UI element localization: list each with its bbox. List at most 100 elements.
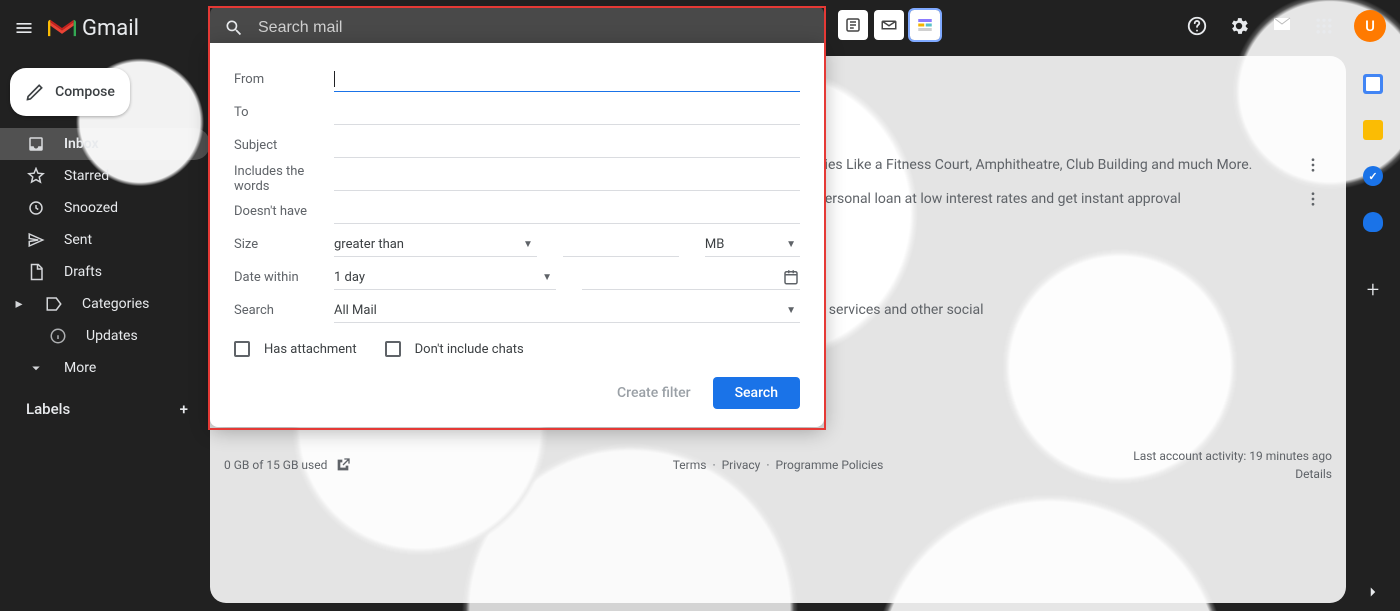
inbox-icon bbox=[26, 135, 46, 153]
checkbox-icon bbox=[385, 341, 401, 357]
size-value-input[interactable] bbox=[563, 233, 679, 257]
size-unit-select[interactable]: MB▼ bbox=[705, 233, 800, 257]
sidebar: Compose Inbox Starred Snoozed Sent Draft… bbox=[0, 56, 210, 418]
side-panel: + bbox=[1346, 56, 1400, 611]
nav-categories[interactable]: ▸ Categories bbox=[0, 288, 210, 320]
checkbox-icon bbox=[234, 341, 250, 357]
gmail-logo[interactable]: Gmail bbox=[48, 16, 139, 41]
info-icon bbox=[48, 327, 68, 345]
nav-snoozed[interactable]: Snoozed bbox=[0, 192, 210, 224]
nav-sent-label: Sent bbox=[64, 232, 92, 248]
footer-right: Last account activity: 19 minutes ago De… bbox=[1133, 447, 1332, 483]
includes-label: Includes the words bbox=[234, 164, 334, 194]
extension-badge-3[interactable] bbox=[910, 10, 940, 40]
nav-updates[interactable]: Updates bbox=[0, 320, 210, 352]
chevron-down-icon bbox=[26, 359, 46, 377]
extension-badge-1[interactable] bbox=[838, 10, 868, 40]
terms-link[interactable]: Terms bbox=[673, 458, 707, 472]
search-button[interactable]: Search bbox=[713, 377, 800, 409]
mail-row-2[interactable]: quick personal loan at low interest rate… bbox=[780, 182, 1322, 216]
date-picker[interactable] bbox=[582, 266, 800, 290]
keep-app-icon[interactable] bbox=[1363, 120, 1383, 140]
nav-drafts[interactable]: Drafts bbox=[0, 256, 210, 288]
calendar-icon bbox=[782, 268, 800, 286]
collapse-panel-icon[interactable] bbox=[1364, 583, 1382, 601]
more-icon[interactable] bbox=[1304, 156, 1322, 174]
calendar-app-icon[interactable] bbox=[1363, 74, 1383, 94]
labels-header-text: Labels bbox=[26, 400, 70, 418]
tasks-app-icon[interactable] bbox=[1363, 166, 1383, 186]
date-within-label: Date within bbox=[234, 270, 334, 285]
to-label: To bbox=[234, 105, 334, 120]
labels-header: Labels + bbox=[0, 384, 210, 418]
caret-icon: ▼ bbox=[786, 305, 796, 316]
footer: 0 GB of 15 GB used Terms· Privacy· Progr… bbox=[224, 445, 1332, 485]
more-icon[interactable] bbox=[1304, 190, 1322, 208]
header-right: U bbox=[1186, 10, 1386, 42]
account-avatar[interactable]: U bbox=[1354, 10, 1386, 42]
no-chats-checkbox[interactable]: Don't include chats bbox=[385, 341, 524, 357]
policies-link[interactable]: Programme Policies bbox=[776, 458, 884, 472]
notification-icon[interactable] bbox=[1270, 14, 1294, 38]
from-input[interactable] bbox=[334, 68, 800, 92]
nav-starred[interactable]: Starred bbox=[0, 160, 210, 192]
nav-more-label: More bbox=[64, 360, 96, 376]
nav-list: Inbox Starred Snoozed Sent Drafts ▸ Categ… bbox=[0, 128, 210, 384]
has-attachment-checkbox[interactable]: Has attachment bbox=[234, 341, 357, 357]
mail-snippet-2: quick personal loan at low interest rate… bbox=[780, 191, 1181, 207]
nav-categories-label: Categories bbox=[82, 296, 149, 312]
add-addon-icon[interactable]: + bbox=[1367, 278, 1379, 303]
size-label: Size bbox=[234, 237, 334, 252]
nav-snoozed-label: Snoozed bbox=[64, 200, 118, 216]
search-in-label: Search bbox=[234, 303, 334, 318]
privacy-link[interactable]: Privacy bbox=[722, 458, 761, 472]
google-apps-icon[interactable] bbox=[1314, 16, 1334, 36]
details-link[interactable]: Details bbox=[1133, 465, 1332, 483]
caret-icon: ▼ bbox=[523, 239, 533, 250]
open-in-new-icon[interactable] bbox=[335, 457, 351, 473]
add-label-icon[interactable]: + bbox=[180, 400, 188, 418]
to-input[interactable] bbox=[334, 101, 800, 125]
compose-button[interactable]: Compose bbox=[10, 68, 130, 116]
nav-inbox[interactable]: Inbox bbox=[0, 128, 210, 160]
support-icon[interactable] bbox=[1186, 15, 1208, 37]
doesnt-label: Doesn't have bbox=[234, 204, 334, 219]
main-menu-icon[interactable] bbox=[0, 18, 48, 38]
search-icon bbox=[224, 18, 244, 38]
file-icon bbox=[26, 263, 46, 281]
star-icon bbox=[26, 167, 46, 185]
caret-icon: ▼ bbox=[542, 272, 552, 283]
includes-input[interactable] bbox=[334, 167, 800, 191]
nav-sent[interactable]: Sent bbox=[0, 224, 210, 256]
create-filter-button[interactable]: Create filter bbox=[617, 385, 691, 401]
clock-icon bbox=[26, 199, 46, 217]
date-range-select[interactable]: 1 day▼ bbox=[334, 266, 556, 290]
mail-row-1[interactable]: Amenities Like a Fitness Court, Amphithe… bbox=[780, 148, 1322, 182]
nav-more[interactable]: More bbox=[0, 352, 210, 384]
footer-links: Terms· Privacy· Programme Policies bbox=[673, 458, 884, 472]
from-label: From bbox=[234, 72, 334, 87]
gmail-logo-text: Gmail bbox=[82, 16, 139, 41]
activity-text: Last account activity: 19 minutes ago bbox=[1133, 447, 1332, 465]
size-op-select[interactable]: greater than▼ bbox=[334, 233, 537, 257]
mail-snippet-1: Amenities Like a Fitness Court, Amphithe… bbox=[780, 157, 1252, 173]
pencil-icon bbox=[25, 82, 45, 102]
category-icon bbox=[44, 295, 64, 313]
extension-badge-2[interactable] bbox=[874, 10, 904, 40]
gmail-logo-icon bbox=[48, 17, 76, 39]
chevron-right-icon: ▸ bbox=[12, 296, 26, 312]
doesnt-input[interactable] bbox=[334, 200, 800, 224]
storage-text: 0 GB of 15 GB used bbox=[224, 458, 327, 472]
search-input[interactable] bbox=[258, 19, 810, 37]
compose-label: Compose bbox=[55, 84, 115, 100]
subject-label: Subject bbox=[234, 138, 334, 153]
contacts-app-icon[interactable] bbox=[1363, 212, 1383, 232]
settings-icon[interactable] bbox=[1228, 15, 1250, 37]
subject-input[interactable] bbox=[334, 134, 800, 158]
search-scope-select[interactable]: All Mail▼ bbox=[334, 299, 800, 323]
caret-icon: ▼ bbox=[786, 239, 796, 250]
nav-drafts-label: Drafts bbox=[64, 264, 102, 280]
nav-updates-label: Updates bbox=[86, 328, 138, 344]
advanced-search-panel: From To Subject Includes the words Doesn… bbox=[210, 43, 824, 427]
send-icon bbox=[26, 231, 46, 249]
